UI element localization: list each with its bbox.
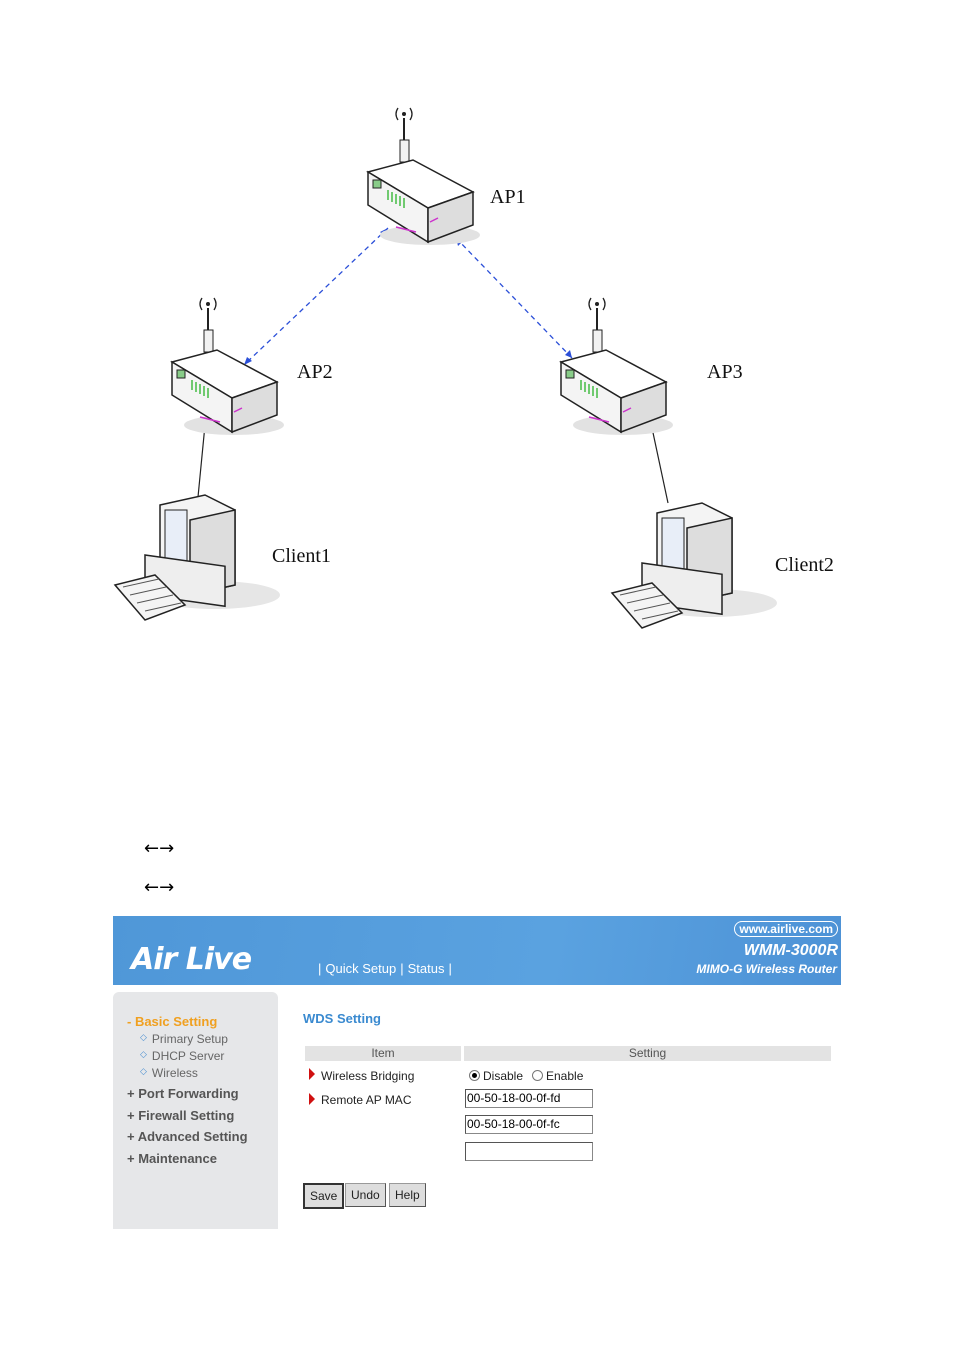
- bullet-icon: [309, 1068, 315, 1080]
- page-title: WDS Setting: [303, 1011, 381, 1026]
- computer-icon-client2: [611, 502, 778, 629]
- sidebar-primary-setup[interactable]: ◇ Primary Setup: [140, 1032, 228, 1046]
- sidebar-wireless[interactable]: ◇ Wireless: [140, 1066, 198, 1080]
- radio-enable[interactable]: Enable: [532, 1069, 583, 1083]
- radio-icon-selected[interactable]: [469, 1070, 480, 1081]
- model-name: WMM-3000R: [743, 942, 838, 959]
- bidirectional-arrow: ←→: [144, 838, 175, 859]
- website-link[interactable]: www.airlive.com: [734, 921, 838, 937]
- top-nav: | Quick Setup | Status |: [318, 961, 452, 976]
- column-header-setting: Setting: [464, 1046, 831, 1061]
- wireless-bridging-label: Wireless Bridging: [321, 1069, 415, 1083]
- remote-mac-input-2[interactable]: 00-50-18-00-0f-fc: [465, 1115, 593, 1134]
- nav-quick-setup[interactable]: Quick Setup: [325, 961, 396, 976]
- router-icon-ap2: [171, 297, 285, 436]
- sidebar-port-forwarding[interactable]: + Port Forwarding: [127, 1086, 239, 1101]
- sidebar-firewall-setting[interactable]: + Firewall Setting: [127, 1108, 234, 1123]
- remote-mac-input-3[interactable]: [465, 1142, 593, 1161]
- airlive-logo: Air Live: [131, 942, 252, 977]
- wired-link-ap2-client1: [197, 424, 206, 498]
- wired-link-ap3-client2: [651, 427, 669, 504]
- diamond-icon: ◇: [140, 1066, 147, 1076]
- sidebar-basic-setting[interactable]: - Basic Setting: [127, 1014, 217, 1029]
- router-icon-ap1: [367, 107, 481, 246]
- label-ap1: AP1: [490, 186, 526, 208]
- undo-button[interactable]: Undo: [345, 1183, 386, 1207]
- remote-mac-input-1[interactable]: 00-50-18-00-0f-fd: [465, 1089, 593, 1108]
- bullet-icon: [309, 1093, 315, 1105]
- computer-icon-client1: [114, 494, 281, 621]
- model-subtitle: MIMO-G Wireless Router: [696, 962, 837, 976]
- sidebar-maintenance[interactable]: + Maintenance: [127, 1151, 217, 1166]
- document-page: AP1 AP2 AP3 Client1 Client2 ←→ ←→ Air Li…: [0, 0, 954, 1350]
- bidirectional-arrow: ←→: [144, 877, 175, 898]
- sidebar-dhcp-server[interactable]: ◇ DHCP Server: [140, 1049, 224, 1063]
- label-ap2: AP2: [297, 361, 333, 383]
- column-header-item: Item: [305, 1046, 461, 1061]
- wireless-link-ap1-ap2: [243, 227, 389, 366]
- wds-network-diagram: AP1 AP2 AP3 Client1 Client2: [114, 107, 834, 629]
- nav-status[interactable]: Status: [408, 961, 445, 976]
- label-ap3: AP3: [707, 361, 743, 383]
- radio-disable[interactable]: Disable: [469, 1069, 523, 1083]
- header-banner: Air Live | Quick Setup | Status | www.airliv…: [113, 916, 841, 985]
- wireless-link-ap1-ap3: [455, 237, 573, 359]
- router-icon-ap3: [560, 297, 674, 436]
- radio-icon[interactable]: [532, 1070, 543, 1081]
- label-client1: Client1: [272, 545, 331, 567]
- label-client2: Client2: [775, 554, 834, 576]
- sidebar: - Basic Setting ◇ Primary Setup ◇ DHCP Ser…: [113, 992, 278, 1229]
- router-web-ui-screenshot: Air Live | Quick Setup | Status | www.airliv…: [113, 916, 841, 1229]
- save-button[interactable]: Save: [303, 1183, 345, 1209]
- sidebar-advanced-setting[interactable]: + Advanced Setting: [127, 1129, 248, 1144]
- diamond-icon: ◇: [140, 1049, 147, 1059]
- diamond-icon: ◇: [140, 1032, 147, 1042]
- remote-ap-mac-label: Remote AP MAC: [321, 1093, 412, 1107]
- help-button[interactable]: Help: [389, 1183, 426, 1207]
